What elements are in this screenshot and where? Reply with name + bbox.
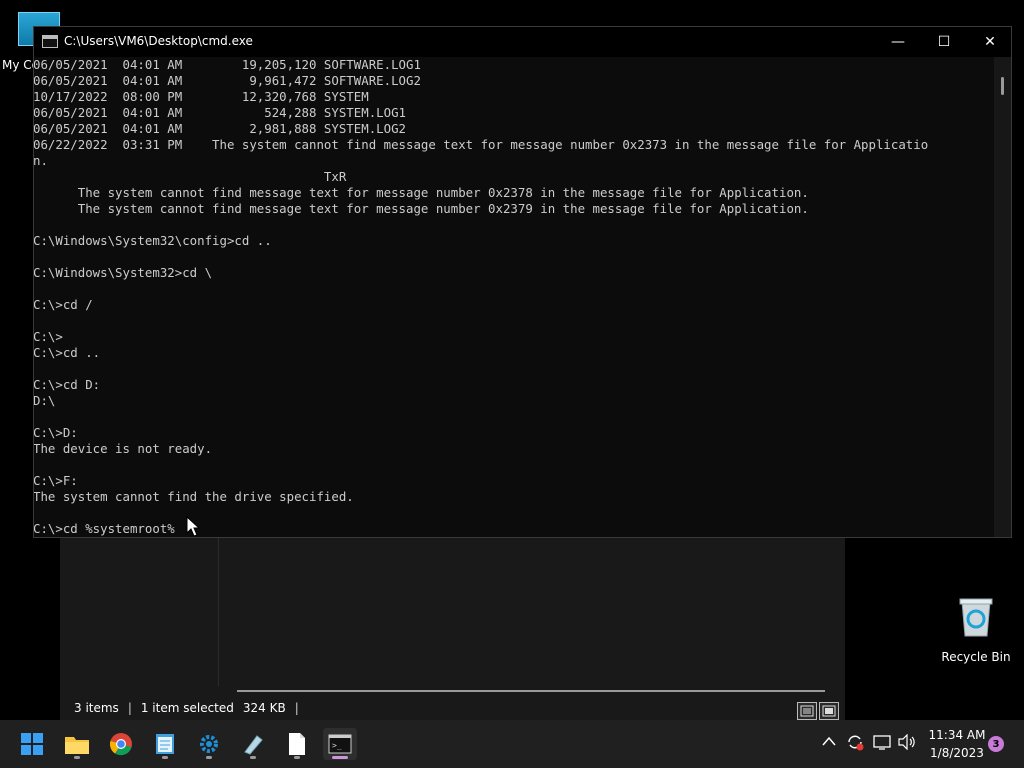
close-button[interactable]: ✕ [967,27,1013,57]
running-indicator [206,756,212,759]
notification-badge[interactable]: 3 [988,736,1004,752]
notepad-icon [156,734,174,754]
console-line: C:\>D: [34,425,78,440]
cmd-titlebar[interactable]: C:\Users\VM6\Desktop\cmd.exe — ☐ ✕ [34,27,1011,57]
volume-button[interactable] [898,733,916,754]
cmd-window-title: C:\Users\VM6\Desktop\cmd.exe [64,34,253,48]
cmd-window[interactable]: C:\Users\VM6\Desktop\cmd.exe — ☐ ✕ 06/05… [33,26,1012,538]
start-icon [21,733,43,755]
taskbar-paint[interactable] [236,728,270,760]
status-separator: | [127,701,132,715]
svg-text:>_: >_ [332,741,342,750]
chevron-up-icon [822,736,836,746]
details-view-button[interactable] [797,702,817,720]
status-separator: | [294,701,299,715]
show-hidden-icons-button[interactable] [822,734,836,750]
taskbar-settings[interactable] [192,728,226,760]
status-item-count: 3 items [74,701,119,715]
running-indicator [162,756,168,759]
taskbar-notepad[interactable] [148,728,182,760]
console-text: 06/05/2021 04:01 AM 19,205,120 SOFTWARE.… [34,57,997,537]
console-line: 10/17/2022 08:00 PM 12,320,768 SYSTEM [34,89,369,104]
settings-gear-icon [200,735,218,753]
explorer-nav-pane [60,536,219,686]
maximize-button[interactable]: ☐ [921,27,967,57]
console-line: D:\ [34,393,56,408]
clock-date: 1/8/2023 [930,746,984,760]
paint-icon [244,735,263,755]
taskbar-file-explorer[interactable] [60,728,94,760]
explorer-status-bar: 3 items | 1 item selected 324 KB | [60,696,845,720]
console-line: C:\>cd D: [34,377,101,392]
active-indicator [332,756,348,759]
taskbar: >_ [0,720,1024,768]
console-line: The device is not ready. [34,441,213,456]
console-line: 06/05/2021 04:01 AM 524,288 SYSTEM.LOG1 [34,105,406,120]
mouse-pointer-icon [186,516,201,537]
recycle-bin[interactable]: Recycle Bin [940,596,1012,664]
console-line: The system cannot find message text for … [34,201,809,216]
large-icons-view-icon [822,705,836,717]
taskbar-clock[interactable]: 11:34 AM 1/8/2023 [924,726,990,762]
taskbar-terminal[interactable]: >_ [323,728,357,760]
console-line: The system cannot find the drive specifi… [34,489,354,504]
console-line: C:\> [34,329,63,344]
console-line: 06/05/2021 04:01 AM 9,961,472 SOFTWARE.L… [34,73,421,88]
start-button[interactable] [15,728,49,760]
console-line: C:\>cd %systemroot% [34,521,175,536]
console-line: C:\>cd .. [34,345,101,360]
console-line: C:\>F: [34,473,78,488]
large-icons-view-button[interactable] [819,702,839,720]
console-line: TxR [34,169,347,184]
cmd-vertical-scrollbar[interactable] [994,57,1011,537]
console-line: 06/05/2021 04:01 AM 19,205,120 SOFTWARE.… [34,57,421,72]
explorer-horizontal-scrollbar[interactable] [237,690,825,692]
recycle-bin-icon [957,596,995,638]
taskbar-document[interactable] [280,728,314,760]
sync-status-button[interactable] [846,733,864,755]
running-indicator [294,756,300,759]
sync-alert-icon [848,735,864,751]
recycle-bin-label: Recycle Bin [941,650,1011,664]
network-button[interactable] [873,734,891,754]
minimize-button[interactable]: — [875,27,921,57]
taskbar-chrome[interactable] [104,728,138,760]
status-size: 324 KB [242,701,286,715]
maximize-icon: ☐ [937,34,951,50]
clock-time: 11:34 AM [928,728,986,742]
cmd-console-output[interactable]: 06/05/2021 04:01 AM 19,205,120 SOFTWARE.… [34,57,997,537]
cmd-app-icon [42,35,58,48]
network-icon [873,735,891,750]
volume-icon [898,733,915,751]
console-line: C:\Windows\System32\config>cd .. [34,233,272,248]
status-selected: 1 item selected [140,701,234,715]
console-line: n. [34,153,48,168]
close-icon: ✕ [984,34,996,50]
minimize-icon: — [891,34,905,50]
details-view-icon [800,705,814,717]
file-explorer-icon [65,737,89,754]
file-explorer-window: 3 items | 1 item selected 324 KB | [60,536,845,720]
console-line: The system cannot find message text for … [34,185,809,200]
scrollbar-thumb[interactable] [1001,77,1004,95]
console-line: C:\>cd / [34,297,93,312]
running-indicator [74,756,80,759]
console-line: C:\Windows\System32>cd \ [34,265,213,280]
chrome-icon [109,733,132,756]
console-line: 06/22/2022 03:31 PM The system cannot fi… [34,137,929,152]
console-line: 06/05/2021 04:01 AM 2,981,888 SYSTEM.LOG… [34,121,406,136]
terminal-icon: >_ [328,734,352,754]
running-indicator [250,756,256,759]
document-icon [289,733,305,755]
